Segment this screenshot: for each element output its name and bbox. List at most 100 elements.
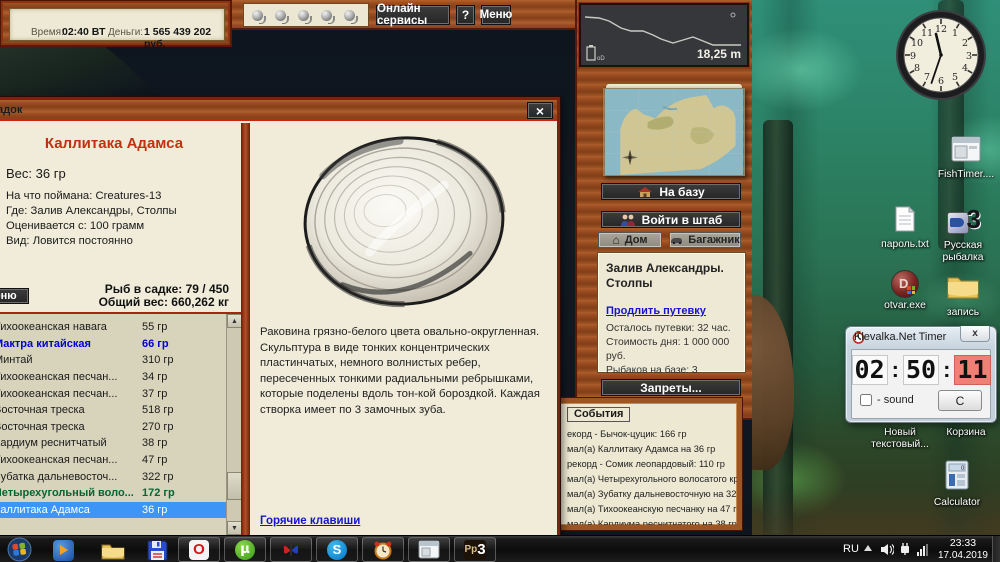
timer-colon: : xyxy=(943,357,950,383)
taskbar-utorrent-button[interactable]: µ xyxy=(224,537,266,562)
events-panel: События екорд - Бычок-цуцик: 166 гр мал(… xyxy=(538,398,742,530)
desktop-icon-russian-fishing[interactable]: 3 Русская рыбалка xyxy=(927,204,999,264)
enter-hq-label: Войти в штаб xyxy=(642,213,723,227)
fish-list-row[interactable]: Мактра китайская66 гр xyxy=(0,336,241,353)
help-button[interactable]: ? xyxy=(456,5,475,25)
fish-list-row[interactable]: Кардиум реснитчатый38 гр xyxy=(0,435,241,452)
dialog-title: Садок xyxy=(0,104,22,116)
fish-list-row[interactable]: Тихоокеанская песчан...34 гр xyxy=(0,369,241,386)
location-name: Залив Александры. Столпы xyxy=(606,261,737,291)
close-icon[interactable]: × xyxy=(527,102,553,119)
fish-row-weight: 36 гр xyxy=(142,504,167,516)
fish-list-row[interactable]: Минтай310 гр xyxy=(0,352,241,369)
fish-row-weight: 270 гр xyxy=(142,421,174,433)
fish-list-row[interactable]: Восточная треска518 гр xyxy=(0,402,241,419)
clock-widget[interactable]: 1212 345 678 91011 xyxy=(895,9,987,101)
event-line: рекорд - Сомик леопардовый: 110 гр xyxy=(567,459,725,469)
location-map[interactable] xyxy=(603,88,745,176)
tray-clock[interactable]: 23:33 17.04.2019 xyxy=(938,538,988,561)
fish-list-row[interactable]: Зубатка дальневосточ...322 гр xyxy=(0,468,241,485)
trunk-button[interactable]: Багажник xyxy=(669,232,741,248)
fish-list: Тихоокеанская навага55 гр Мактра китайск… xyxy=(0,312,241,535)
rod-reel-icon[interactable] xyxy=(275,10,286,21)
desktop-icon-new-text[interactable]: Новый текстовый... xyxy=(864,425,936,451)
tray-signal-icon[interactable] xyxy=(917,543,929,561)
day-cost: Стоимость дня: 1 000 000 руб. xyxy=(606,336,737,364)
taskbar-opera-button[interactable]: O xyxy=(178,537,220,562)
rod-slots[interactable] xyxy=(243,3,369,27)
desktop-icon-recycle-bin[interactable]: Корзина xyxy=(930,425,1000,439)
scrollbar-thumb[interactable] xyxy=(227,472,241,500)
taskbar-explorer-icon[interactable] xyxy=(96,538,130,562)
rod-reel-icon[interactable] xyxy=(344,10,355,21)
fish-detail: Оценивается с: 100 грамм xyxy=(6,219,241,234)
fish-row-name: Мактра китайская xyxy=(0,338,142,350)
fish-list-row[interactable]: Тихоокеанская навага55 гр xyxy=(0,319,241,336)
timer-colon: : xyxy=(892,357,899,383)
folder-icon xyxy=(946,272,980,300)
timer-window-title: Klevalka.Net Timer xyxy=(854,331,946,343)
russian-fishing-3-icon: 3 xyxy=(945,204,981,238)
svg-text:oD: oD xyxy=(597,56,605,62)
fishers-on-base: Рыбаков на базе: 3 xyxy=(606,364,737,378)
fish-list-row[interactable]: Четырехугольный воло...172 гр xyxy=(0,485,241,502)
to-base-label: На базу xyxy=(659,185,704,199)
tray-expand-icon[interactable] xyxy=(864,545,872,551)
sound-checkbox[interactable] xyxy=(860,394,872,406)
enter-hq-button[interactable]: Войти в штаб xyxy=(601,211,741,228)
fish-list-scrollbar[interactable]: ▲ ▼ xyxy=(226,314,241,535)
rod-reel-icon[interactable] xyxy=(298,10,309,21)
rod-reel-icon[interactable] xyxy=(321,10,332,21)
taskbar-floppy-icon[interactable] xyxy=(140,538,174,562)
online-services-button[interactable]: Онлайн сервисы xyxy=(376,5,450,25)
dialog-title-bar[interactable]: Садок × xyxy=(0,100,557,121)
fish-list-row[interactable]: Восточная треска270 гр xyxy=(0,419,241,436)
klevalka-timer-window[interactable]: Klevalka.Net Timer x 02 : 50 : 11 - soun… xyxy=(845,326,997,423)
money-label: Деньги: xyxy=(108,27,143,38)
hotkeys-link[interactable]: Горячие клавиши xyxy=(260,515,360,527)
tray-volume-icon[interactable] xyxy=(880,543,894,556)
svg-text:3: 3 xyxy=(966,51,972,62)
taskbar-wmp-icon[interactable] xyxy=(46,538,80,562)
taskbar-alarm-button[interactable] xyxy=(362,537,404,562)
fish-row-weight: 172 гр xyxy=(142,487,175,499)
menu-button-dialog[interactable]: Меню xyxy=(0,288,29,304)
desktop-icon-fishtimer[interactable]: FishTimer.... xyxy=(930,136,1000,181)
fish-list-row[interactable]: Тихоокеанская песчан...37 гр xyxy=(0,385,241,402)
scroll-up-icon[interactable]: ▲ xyxy=(227,314,241,328)
home-button[interactable]: ⌂ Дом xyxy=(598,232,662,248)
taskbar-rr3-button[interactable]: Рр3 xyxy=(454,537,496,562)
tray-network-icon[interactable] xyxy=(899,542,913,556)
extend-ticket-link[interactable]: Продлить путевку xyxy=(606,305,706,317)
dialog-left-pane: Каллитака Адамса Вес: 36 гр На что пойма… xyxy=(0,123,241,535)
fishtimer-window-icon xyxy=(951,136,981,162)
to-base-button[interactable]: На базу xyxy=(601,183,741,200)
event-line: екорд - Бычок-цуцик: 166 гр xyxy=(567,429,687,439)
taskbar-skype-button[interactable]: S xyxy=(316,537,358,562)
taskbar: O µ S Рр3 RU xyxy=(0,535,1000,562)
game-status-bar: Время: 02:40 ВТ Деньги: 1 565 439 202 ру… xyxy=(0,0,232,47)
menu-button-top[interactable]: Меню xyxy=(481,5,511,25)
close-icon[interactable]: x xyxy=(960,326,990,342)
timer-c-button[interactable]: C xyxy=(938,390,982,411)
tray-language[interactable]: RU xyxy=(843,543,859,555)
svg-text:8: 8 xyxy=(914,63,920,74)
rod-reel-icon[interactable] xyxy=(252,10,263,21)
trunk-label: Багажник xyxy=(688,234,739,246)
start-button[interactable] xyxy=(7,537,32,562)
fish-list-row-selected[interactable]: Каллитака Адамса36 гр xyxy=(0,502,241,519)
show-desktop-button[interactable] xyxy=(992,536,1000,562)
taskbar-fishtimer-button[interactable] xyxy=(408,537,450,562)
fish-description: Раковина грязно-белого цвета овально-окр… xyxy=(260,325,545,419)
bans-button[interactable]: Запреты... xyxy=(601,379,741,396)
desktop-icon-calculator[interactable]: 0 Calculator xyxy=(921,460,993,509)
taskbar-butterfly-button[interactable] xyxy=(270,537,312,562)
desktop-icon-zapis[interactable]: запись xyxy=(927,272,999,319)
scroll-down-icon[interactable]: ▼ xyxy=(227,521,241,535)
tray-time: 23:33 xyxy=(938,538,988,550)
fish-row-name: Четырехугольный воло... xyxy=(0,487,142,499)
fish-list-row[interactable]: Тихоокеанская песчан...47 гр xyxy=(0,452,241,469)
fish-row-name: Тихоокеанская песчан... xyxy=(0,371,142,383)
svg-text:1: 1 xyxy=(952,28,958,39)
catch-dialog: Садок × Каллитака Адамса Вес: 36 гр На ч… xyxy=(0,97,560,535)
